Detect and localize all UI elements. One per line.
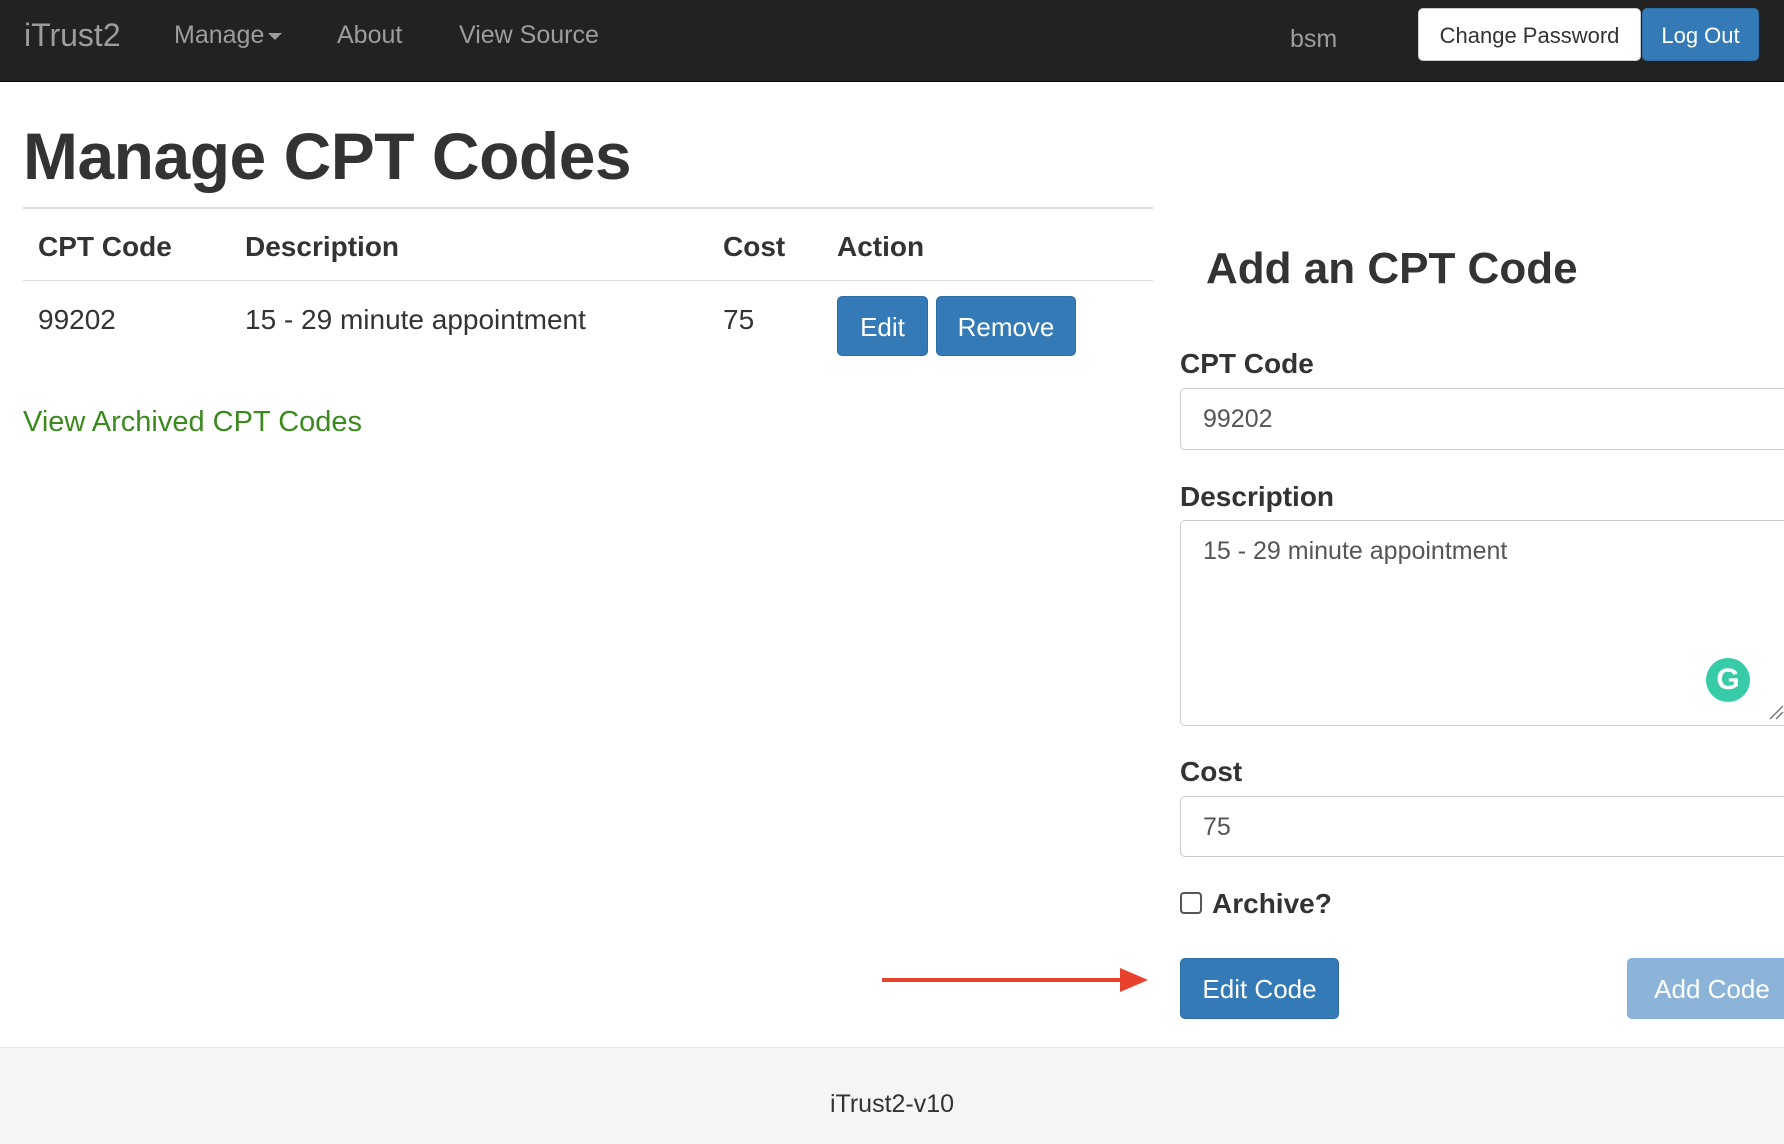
nav-manage-dropdown[interactable]: Manage	[174, 21, 283, 50]
form-title: Add an CPT Code	[1206, 244, 1578, 293]
grammarly-icon[interactable]: G	[1706, 658, 1750, 702]
archive-label: Archive?	[1212, 888, 1332, 919]
change-password-button[interactable]: Change Password	[1418, 8, 1641, 61]
edit-row-button[interactable]: Edit	[837, 296, 928, 356]
remove-row-button[interactable]: Remove	[936, 296, 1076, 356]
nav-view-source-link[interactable]: View Source	[459, 21, 599, 50]
cell-code: 99202	[38, 304, 116, 335]
nav-manage-label: Manage	[174, 21, 265, 49]
table-header-row: CPT Code Description Cost Action	[23, 209, 1153, 281]
cost-input[interactable]: 75	[1180, 796, 1784, 857]
add-code-button[interactable]: Add Code	[1627, 958, 1784, 1019]
footer: iTrust2-v10	[0, 1047, 1784, 1144]
caret-down-icon	[268, 32, 283, 40]
cpt-codes-table: CPT Code Description Cost Action 99202 1…	[23, 207, 1153, 368]
resize-handle-icon[interactable]	[1768, 704, 1784, 720]
footer-version: iTrust2-v10	[829, 1090, 955, 1118]
column-header-description: Description	[245, 231, 400, 262]
column-header-action: Action	[837, 231, 925, 262]
view-archived-link[interactable]: View Archived CPT Codes	[23, 406, 362, 439]
column-header-cost: Cost	[723, 231, 786, 262]
description-label: Description	[1180, 481, 1335, 512]
current-username: bsm	[1290, 25, 1338, 53]
cell-cost: 75	[723, 304, 755, 335]
code-label: CPT Code	[1180, 348, 1314, 379]
page-title: Manage CPT Codes	[23, 119, 632, 193]
cell-description: 15 - 29 minute appointment	[245, 304, 586, 335]
logout-button[interactable]: Log Out	[1642, 8, 1759, 61]
code-input[interactable]: 99202	[1180, 388, 1784, 450]
table-row: 99202 15 - 29 minute appointment 75 Edit…	[23, 281, 1153, 368]
annotation-arrow-icon	[882, 968, 1148, 992]
description-textarea[interactable]: 15 - 29 minute appointment	[1180, 520, 1784, 726]
archive-checkbox[interactable]	[1180, 892, 1202, 914]
navbar: iTrust2 Manage About View Source bsm Cha…	[0, 0, 1784, 82]
cost-label: Cost	[1180, 756, 1243, 787]
nav-about-link[interactable]: About	[337, 21, 402, 50]
column-header-code: CPT Code	[38, 231, 172, 262]
edit-code-button[interactable]: Edit Code	[1180, 958, 1339, 1019]
brand-link[interactable]: iTrust2	[24, 17, 121, 54]
